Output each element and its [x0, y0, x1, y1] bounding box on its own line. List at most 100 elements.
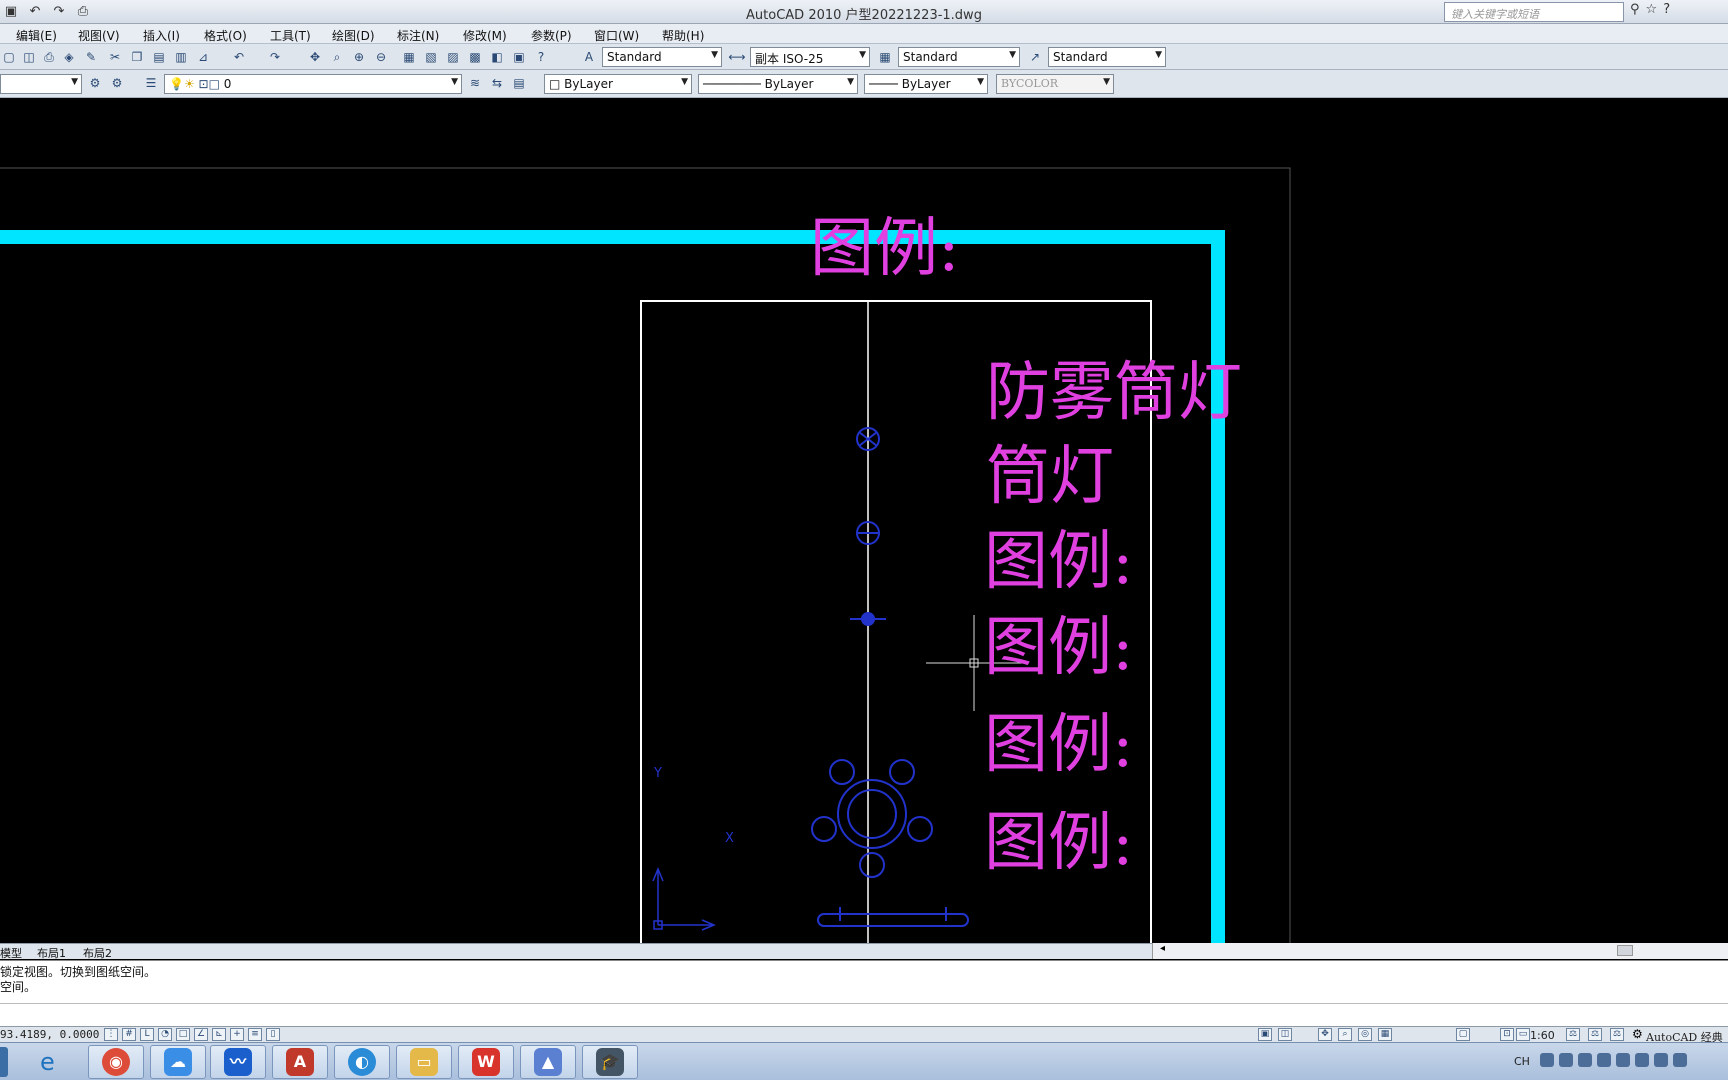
workspace-settings-icon[interactable]: ⚙ [86, 74, 104, 92]
taskbar-browser[interactable]: ◐ [334, 1045, 390, 1079]
print-icon[interactable]: ⎙ [40, 48, 58, 66]
steering-wheel-icon[interactable]: ◎ [1358, 1028, 1372, 1041]
color-select[interactable]: □ ByLayer ▼ [544, 74, 692, 94]
taskbar-lanhu[interactable]: 〰 [210, 1045, 266, 1079]
ducs-icon[interactable]: ⊾ [212, 1028, 226, 1041]
maximize-viewport-icon[interactable]: ▢ [1456, 1028, 1470, 1041]
taskbar-edu[interactable]: 🎓 [582, 1045, 638, 1079]
block-editor-icon[interactable]: ⊿ [194, 48, 212, 66]
menu-insert[interactable]: 插入(I) [143, 27, 180, 44]
tray-cloud-icon[interactable] [1578, 1053, 1592, 1067]
scroll-thumb[interactable] [1617, 945, 1633, 956]
tab-layout1[interactable]: 布局1 [37, 945, 66, 961]
lineweight-select[interactable]: ──── ByLayer ▼ [864, 74, 988, 94]
viewport-scale-icon[interactable]: ▭ [1516, 1028, 1530, 1041]
taskbar-wps[interactable]: W [458, 1045, 514, 1079]
table-style-select[interactable]: Standard ▼ [898, 47, 1020, 67]
copy-icon[interactable]: ❐ [128, 48, 146, 66]
menu-help[interactable]: 帮助(H) [662, 27, 704, 44]
table-style-icon[interactable]: ▦ [876, 48, 894, 66]
horizontal-scrollbar[interactable]: ◂ [1152, 943, 1728, 959]
quick-properties-icon[interactable]: ▯ [266, 1028, 280, 1041]
sheet-set-icon[interactable]: ▩ [466, 48, 484, 66]
zoom-window-icon[interactable]: ⊕ [350, 48, 368, 66]
zoom-status-icon[interactable]: ⌕ [1338, 1028, 1352, 1041]
taskbar-chrome[interactable]: ◉ [88, 1045, 144, 1079]
properties-icon[interactable]: ▦ [400, 48, 418, 66]
lineweight-toggle-icon[interactable]: ≡ [248, 1028, 262, 1041]
menu-modify[interactable]: 修改(M) [463, 27, 507, 44]
menu-window[interactable]: 窗口(W) [594, 27, 639, 44]
search-input[interactable]: 键入关键字或短语 [1444, 2, 1624, 22]
make-current-layer-icon[interactable]: ≋ [466, 74, 484, 92]
taskbar-baidu-netdisk[interactable]: ☁ [150, 1045, 206, 1079]
layer-previous-icon[interactable]: ⇆ [488, 74, 506, 92]
design-center-icon[interactable]: ▧ [422, 48, 440, 66]
annotation-visibility-icon[interactable]: ⚖ [1566, 1028, 1580, 1041]
menu-parametric[interactable]: 参数(P) [531, 27, 572, 44]
dim-style-icon[interactable]: ⟷ [728, 48, 746, 66]
tab-layout2[interactable]: 布局2 [83, 945, 112, 961]
binoculars-icon[interactable]: ⚲ [1630, 2, 1640, 17]
plotstyle-select[interactable]: BYCOLOR ▼ [996, 74, 1114, 94]
annotation-scale-icon[interactable]: ⚖ [1610, 1028, 1624, 1041]
drawing-area[interactable]: Y X 图例: 防雾筒灯 筒灯 图例: 图例: 图例: 图例: [0, 99, 1728, 943]
menu-draw[interactable]: 绘图(D) [332, 27, 375, 44]
lock-icon[interactable]: ⊡ [1500, 1028, 1514, 1041]
markup-icon[interactable]: ✎ [82, 48, 100, 66]
menu-view[interactable]: 视图(V) [78, 27, 120, 44]
layer-select[interactable]: 💡☀ ⊡□ 0 ▼ [164, 74, 462, 94]
mleader-style-icon[interactable]: ↗ [1026, 48, 1044, 66]
customize-icon[interactable]: ⚙ [108, 74, 126, 92]
tray-keyboard-icon[interactable] [1540, 1053, 1554, 1067]
ie-icon[interactable]: e [40, 1048, 70, 1076]
cut-icon[interactable]: ✂ [106, 48, 124, 66]
zoom-previous-icon[interactable]: ⊖ [372, 48, 390, 66]
mleader-style-select[interactable]: Standard ▼ [1048, 47, 1166, 67]
text-style-icon[interactable]: A [580, 48, 598, 66]
workspace-select[interactable]: ▼ [0, 74, 82, 94]
redo-tool-icon[interactable]: ↷ [266, 48, 284, 66]
pan-icon[interactable]: ✥ [306, 48, 324, 66]
taskbar-explorer[interactable]: ▭ [396, 1045, 452, 1079]
dim-style-select[interactable]: 副本 ISO-25 ▼ [750, 47, 870, 67]
taskbar-app[interactable]: ▲ [520, 1045, 576, 1079]
tab-model[interactable]: 模型 [0, 945, 22, 961]
tray-user-icon[interactable] [1673, 1053, 1687, 1067]
workspace-gear-icon[interactable]: ⚙ [1632, 1027, 1643, 1041]
dyn-icon[interactable]: + [230, 1028, 244, 1041]
tray-update-icon[interactable] [1616, 1053, 1630, 1067]
menu-dimension[interactable]: 标注(N) [397, 27, 439, 44]
publish-icon[interactable]: ◈ [60, 48, 78, 66]
snap-icon[interactable]: ⋮ [104, 1028, 118, 1041]
help-icon[interactable]: ? [1663, 2, 1670, 17]
layer-properties-icon[interactable]: ☰ [142, 74, 160, 92]
annotation-autoscale-icon[interactable]: ⚖ [1588, 1028, 1602, 1041]
zoom-realtime-icon[interactable]: ⌕ [328, 48, 346, 66]
scroll-left-icon[interactable]: ◂ [1160, 943, 1165, 954]
tool-palettes-icon[interactable]: ▨ [444, 48, 462, 66]
menu-tools[interactable]: 工具(T) [270, 27, 311, 44]
viewport-scale[interactable]: 1:60 [1530, 1029, 1555, 1042]
paste-icon[interactable]: ▤ [150, 48, 168, 66]
ortho-icon[interactable]: L [140, 1028, 154, 1041]
tray-network-icon[interactable] [1559, 1053, 1573, 1067]
preview-icon[interactable]: ◫ [20, 48, 38, 66]
open-icon[interactable]: ▢ [0, 48, 18, 66]
grid-icon[interactable]: # [122, 1028, 136, 1041]
help-tool-icon[interactable]: ? [532, 48, 550, 66]
menu-format[interactable]: 格式(O) [204, 27, 247, 44]
layer-state-icon[interactable]: ▤ [510, 74, 528, 92]
osnap-icon[interactable]: □ [176, 1028, 190, 1041]
ime-indicator[interactable]: CH [1514, 1055, 1530, 1068]
text-style-select[interactable]: Standard ▼ [602, 47, 722, 67]
undo-tool-icon[interactable]: ↶ [230, 48, 248, 66]
tray-volume-icon[interactable] [1635, 1053, 1649, 1067]
start-button[interactable] [0, 1047, 8, 1077]
tray-antivirus-icon[interactable] [1597, 1053, 1611, 1067]
tray-display-icon[interactable] [1654, 1053, 1668, 1067]
pan-status-icon[interactable]: ✥ [1318, 1028, 1332, 1041]
showmotion-icon[interactable]: ▦ [1378, 1028, 1392, 1041]
markup-set-icon[interactable]: ◧ [488, 48, 506, 66]
calculator-icon[interactable]: ▣ [510, 48, 528, 66]
